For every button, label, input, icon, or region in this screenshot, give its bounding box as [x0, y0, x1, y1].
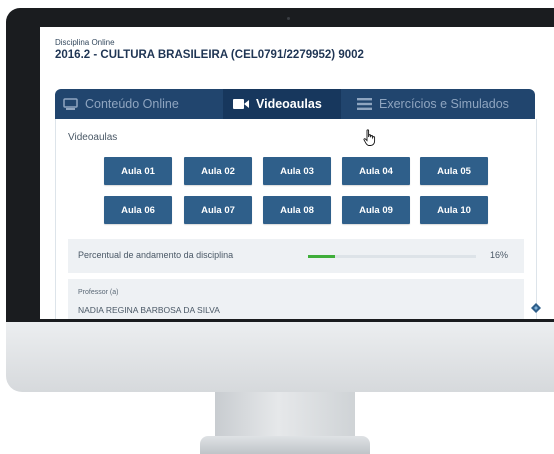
course-title: 2016.2 - CULTURA BRASILEIRA (CEL0791/227…	[55, 49, 364, 61]
aula-03-button[interactable]: Aula 03	[263, 157, 331, 185]
aula-02-button[interactable]: Aula 02	[184, 157, 252, 185]
professor-name: NADIA REGINA BARBOSA DA SILVA	[78, 305, 220, 315]
progress-row: Percentual de andamento da disciplina 16…	[68, 239, 524, 273]
aula-06-button[interactable]: Aula 06	[104, 196, 172, 224]
camera-dot	[287, 17, 290, 20]
aula-04-button[interactable]: Aula 04	[342, 157, 410, 185]
progress-label: Percentual de andamento da disciplina	[78, 250, 234, 260]
aula-08-button[interactable]: Aula 08	[263, 196, 331, 224]
progress-value: 16%	[489, 250, 508, 260]
video-camera-icon	[233, 98, 249, 110]
tab-label: Videoaulas	[256, 97, 322, 111]
monitor-chin	[6, 322, 554, 392]
aula-05-button[interactable]: Aula 05	[420, 157, 488, 185]
professor-label: Professor (a)	[78, 289, 119, 296]
list-icon	[357, 98, 372, 110]
tab-videoaulas[interactable]: Videoaulas	[223, 89, 341, 119]
tab-label: Conteúdo Online	[85, 97, 179, 111]
tab-exercicios[interactable]: Exercícios e Simulados	[349, 89, 535, 119]
aula-07-button[interactable]: Aula 07	[184, 196, 252, 224]
course-label: Disciplina Online	[55, 38, 115, 47]
aula-09-button[interactable]: Aula 09	[342, 196, 410, 224]
aula-01-button[interactable]: Aula 01	[104, 157, 172, 185]
tab-conteudo-online[interactable]: Conteúdo Online	[55, 89, 215, 119]
tab-label: Exercícios e Simulados	[379, 97, 509, 111]
monitor-stand	[215, 392, 355, 440]
hand-cursor-icon	[363, 129, 377, 152]
progress-fill	[308, 255, 335, 258]
tab-bar: Conteúdo Online Videoaulas Exercícios e …	[55, 89, 535, 119]
videoaulas-panel: Videoaulas Aula 01 Aula 02 Aula 03 Aula …	[55, 119, 537, 319]
professor-row: Professor (a) NADIA REGINA BARBOSA DA SI…	[68, 279, 524, 319]
aula-10-button[interactable]: Aula 10	[420, 196, 488, 224]
screen: Disciplina Online 2016.2 - CULTURA BRASI…	[40, 27, 554, 319]
progress-bar	[308, 255, 476, 258]
monitor-icon	[63, 97, 78, 111]
section-label: Videoaulas	[68, 132, 118, 143]
monitor-stand-base	[200, 436, 370, 454]
logo-icon	[525, 297, 547, 319]
